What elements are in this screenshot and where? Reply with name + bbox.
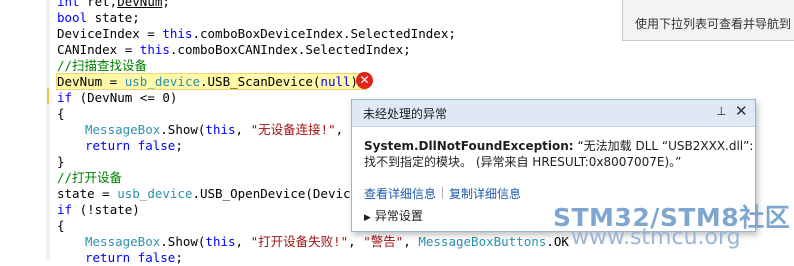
code-line-10[interactable]: return false; — [85, 138, 183, 154]
code-line-14[interactable]: if (!state) — [57, 202, 140, 218]
expand-triangle-icon: ▶ — [364, 213, 371, 223]
popup-header: 未经处理的异常 ⊥ ✕ — [352, 100, 755, 127]
close-icon[interactable]: ✕ — [735, 102, 748, 120]
code-line-13[interactable]: state = usb_device.USB_OpenDevice(Device… — [57, 186, 373, 202]
editor-gutter — [46, 0, 50, 261]
code-line-2[interactable]: bool state; — [57, 10, 140, 26]
exception-message-line2: 找不到指定的模块。 (异常来自 HRESULT:0x8007007E)。” — [364, 155, 682, 169]
view-details-link[interactable]: 查看详细信息 — [364, 187, 436, 201]
copy-details-link[interactable]: 复制详细信息 — [449, 187, 521, 201]
link-separator — [442, 187, 444, 199]
code-line-11[interactable]: } — [57, 154, 65, 170]
exception-settings-toggle[interactable]: ▶ 异常设置 — [364, 207, 423, 224]
code-line-3[interactable]: DeviceIndex = this.comboBoxDeviceIndex.S… — [57, 26, 456, 42]
exception-message-part1: “无法加载 DLL “USB2XXX.dll”: — [577, 139, 754, 153]
pin-icon[interactable]: ⊥ — [716, 104, 726, 118]
code-line-6-highlighted[interactable]: DevNum = usb_device.USB_ScanDevice(null)… — [56, 73, 367, 90]
navigation-hint-text: 使用下拉列表可查看并导航到 — [635, 17, 792, 31]
watermark-url: www.stmcu.org — [571, 225, 741, 250]
popup-title: 未经处理的异常 — [363, 107, 448, 121]
code-line-4[interactable]: CANIndex = this.comboBoxCANIndex.Selecte… — [57, 42, 411, 58]
code-line-7[interactable]: if (DevNum <= 0) — [57, 90, 177, 106]
popup-links: 查看详细信息 复制详细信息 — [364, 185, 521, 202]
code-line-17[interactable]: return false; — [85, 250, 183, 266]
navigation-bar-hint[interactable]: 使用下拉列表可查看并导航到 — [622, 0, 794, 41]
code-line-15[interactable]: { — [57, 218, 65, 234]
change-marker — [47, 88, 49, 104]
code-line-16[interactable]: MessageBox.Show(this, "打开设备失败!", "警告", M… — [85, 234, 569, 250]
code-line-8[interactable]: { — [57, 106, 65, 122]
code-line-1[interactable]: int ret,DevNum; — [57, 0, 170, 10]
code-line-5[interactable]: //扫描查找设备 — [57, 58, 147, 74]
error-icon[interactable]: ✕ — [356, 72, 373, 89]
watermark: STM32/STM8社区 www.stmcu.org — [553, 198, 790, 250]
exception-message-line1: System.DllNotFoundException: “无法加载 DLL “… — [364, 137, 753, 154]
code-line-12[interactable]: //打开设备 — [57, 170, 122, 186]
exception-settings-label: 异常设置 — [374, 209, 423, 223]
exception-type: System.DllNotFoundException: — [364, 139, 574, 153]
code-line-9[interactable]: MessageBox.Show(this, "无设备连接!", — [85, 122, 343, 138]
